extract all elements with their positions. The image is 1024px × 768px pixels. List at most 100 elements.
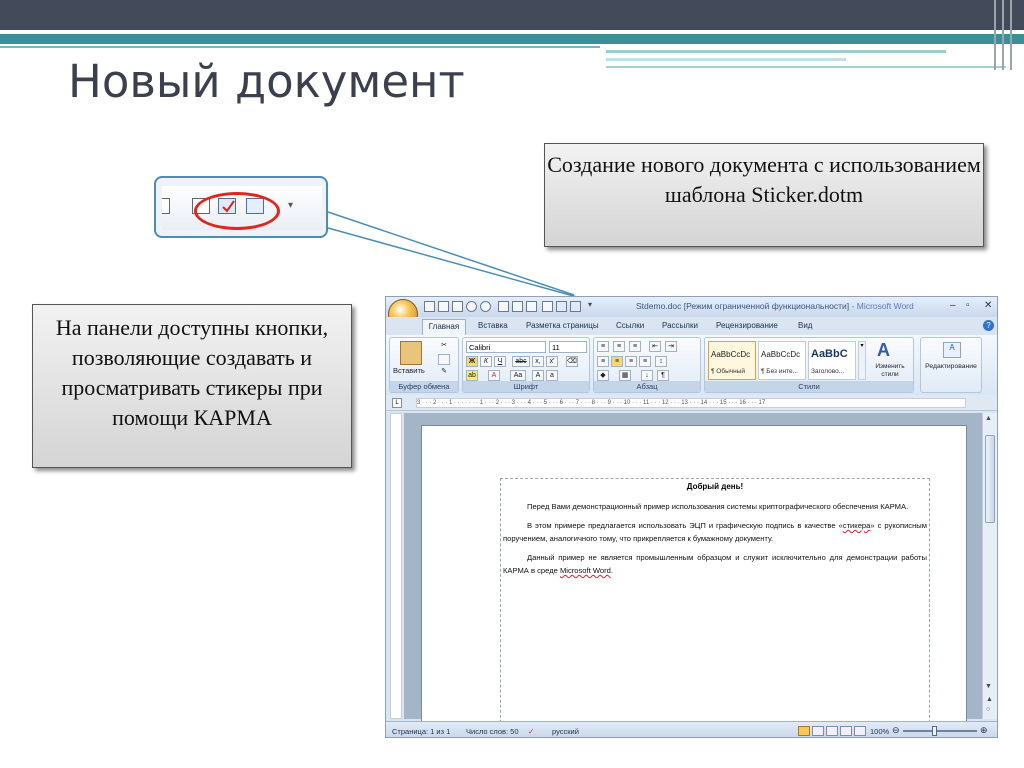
- font-color-icon[interactable]: A: [488, 370, 500, 381]
- clear-format-icon[interactable]: ⌫: [566, 356, 578, 367]
- vertical-scrollbar[interactable]: ▲ ▼ ▲ ○: [982, 413, 997, 719]
- print-icon: [162, 198, 170, 214]
- style-normal[interactable]: AaBbCcDc ¶ Обычный: [708, 341, 756, 380]
- change-case-icon[interactable]: Aa: [510, 370, 526, 381]
- sort-icon[interactable]: ↓: [641, 370, 653, 381]
- text-run: Microsoft Word: [559, 566, 611, 575]
- zoom-slider[interactable]: [903, 730, 977, 732]
- justify-icon[interactable]: ≡: [639, 356, 651, 367]
- group-styles: AaBbCcDc ¶ Обычный AaBbCcDc ¶ Без инте..…: [704, 337, 914, 393]
- status-word-count[interactable]: Число слов: 50: [466, 727, 519, 736]
- italic-icon[interactable]: К: [480, 356, 492, 367]
- superscript-icon[interactable]: x': [546, 356, 558, 367]
- save-icon[interactable]: [452, 301, 463, 312]
- full-screen-icon[interactable]: [812, 726, 824, 736]
- grow-font-icon[interactable]: A: [532, 370, 544, 381]
- bold-icon[interactable]: Ж: [466, 356, 478, 367]
- new-sticker-icon[interactable]: [556, 301, 567, 312]
- minimize-icon[interactable]: –: [950, 300, 956, 311]
- help-icon[interactable]: ?: [983, 320, 994, 331]
- window-title: Stdemo.doc [Режим ограниченной функциона…: [636, 301, 914, 311]
- undo-icon[interactable]: [466, 301, 477, 312]
- print-layout-icon[interactable]: [798, 726, 810, 736]
- align-left-icon[interactable]: ≡: [597, 356, 609, 367]
- copy-icon[interactable]: [438, 354, 450, 365]
- prev-page-icon[interactable]: ▲: [986, 696, 993, 703]
- zoom-in-icon[interactable]: ⊕: [980, 725, 988, 736]
- scroll-up-icon[interactable]: ▲: [985, 415, 992, 422]
- styles-scroll[interactable]: ▾: [858, 341, 866, 380]
- zoom-level[interactable]: 100%: [870, 727, 889, 736]
- pilcrow-icon[interactable]: ¶: [657, 370, 669, 381]
- ruler-scale[interactable]: 3 · · · 2 · · · 1 · · · · · · · 1 · · · …: [416, 398, 966, 408]
- open-icon[interactable]: [438, 301, 449, 312]
- font-name-select[interactable]: Calibri: [466, 341, 546, 353]
- outline-icon[interactable]: [840, 726, 852, 736]
- tab-home[interactable]: Главная: [422, 319, 466, 335]
- decrease-indent-icon[interactable]: ⇤: [649, 341, 661, 352]
- shading-icon[interactable]: ◆: [597, 370, 609, 381]
- document-textbox[interactable]: Добрый день! Перед Вами демонстрационный…: [500, 478, 930, 737]
- tab-review[interactable]: Рецензирование: [716, 321, 778, 330]
- slide: Новый документ Создание нового документа…: [0, 0, 1024, 768]
- multilevel-icon[interactable]: ≡: [629, 341, 641, 352]
- align-center-icon[interactable]: ≡: [611, 356, 623, 367]
- new-doc-icon[interactable]: [424, 301, 435, 312]
- word-window: ▾ Stdemo.doc [Режим ограниченной функцио…: [385, 296, 998, 738]
- change-styles-button[interactable]: Изменить стили: [867, 363, 913, 379]
- underline-icon[interactable]: Ч: [494, 356, 506, 367]
- status-language[interactable]: русский: [552, 727, 579, 736]
- paste-icon[interactable]: [400, 341, 422, 365]
- preview-icon[interactable]: [512, 301, 523, 312]
- tab-selector-icon[interactable]: L: [392, 398, 402, 408]
- document-paragraph: Перед Вами демонстрационный пример испол…: [527, 502, 909, 511]
- zoom-slider-thumb[interactable]: [932, 726, 937, 736]
- more-icon[interactable]: ▾: [288, 200, 293, 211]
- tab-references[interactable]: Ссылки: [616, 321, 644, 330]
- browse-object-icon[interactable]: ○: [986, 706, 990, 713]
- proofing-icon[interactable]: ✓: [528, 727, 534, 736]
- text-run: .: [610, 566, 613, 575]
- group-clipboard: Вставить ✂ ✎ Буфер обмена: [389, 337, 459, 393]
- close-icon[interactable]: ✕: [984, 300, 992, 311]
- maximize-icon[interactable]: ▫: [966, 300, 970, 311]
- bullets-icon[interactable]: ≡: [597, 341, 609, 352]
- shrink-font-icon[interactable]: a: [546, 370, 558, 381]
- tab-insert[interactable]: Вставка: [478, 321, 508, 330]
- strikethrough-icon[interactable]: abc: [512, 356, 530, 367]
- document-page[interactable]: Добрый день! Перед Вами демонстрационный…: [421, 425, 967, 737]
- connector-line: [327, 227, 589, 301]
- table-icon[interactable]: [526, 301, 537, 312]
- change-styles-icon[interactable]: A: [877, 340, 890, 361]
- view-sticker-icon[interactable]: [570, 301, 581, 312]
- style-no-spacing[interactable]: AaBbCcDc ¶ Без инте...: [758, 341, 806, 380]
- tab-page-layout[interactable]: Разметка страницы: [526, 321, 599, 330]
- style-heading[interactable]: AaBbC Заголово...: [808, 341, 856, 380]
- line-spacing-icon[interactable]: ↕: [655, 356, 667, 367]
- numbering-icon[interactable]: ≡: [613, 341, 625, 352]
- redo-icon[interactable]: [480, 301, 491, 312]
- web-layout-icon[interactable]: [826, 726, 838, 736]
- text-run: В этом примере предлагается использовать…: [527, 521, 843, 530]
- highlight-icon[interactable]: ab: [466, 370, 478, 381]
- scroll-thumb[interactable]: [985, 435, 995, 523]
- document-icon[interactable]: [542, 301, 553, 312]
- subscript-icon[interactable]: x,: [532, 356, 544, 367]
- tab-view[interactable]: Вид: [798, 321, 812, 330]
- scroll-down-icon[interactable]: ▼: [985, 683, 992, 690]
- find-icon[interactable]: A: [943, 342, 961, 358]
- font-size-select[interactable]: 11: [549, 341, 587, 353]
- zoom-out-icon[interactable]: ⊖: [892, 725, 900, 736]
- qat-more-icon[interactable]: ▾: [588, 300, 592, 309]
- status-page[interactable]: Страница: 1 из 1: [392, 727, 450, 736]
- cut-icon[interactable]: ✂: [438, 341, 450, 352]
- align-right-icon[interactable]: ≡: [625, 356, 637, 367]
- increase-indent-icon[interactable]: ⇥: [665, 341, 677, 352]
- borders-icon[interactable]: ▦: [619, 370, 631, 381]
- format-painter-icon[interactable]: ✎: [438, 367, 450, 378]
- paste-button[interactable]: Вставить: [393, 366, 425, 375]
- editing-button[interactable]: Редактирование: [921, 363, 981, 370]
- print-icon[interactable]: [498, 301, 509, 312]
- draft-icon[interactable]: [854, 726, 866, 736]
- tab-mailings[interactable]: Рассылки: [662, 321, 698, 330]
